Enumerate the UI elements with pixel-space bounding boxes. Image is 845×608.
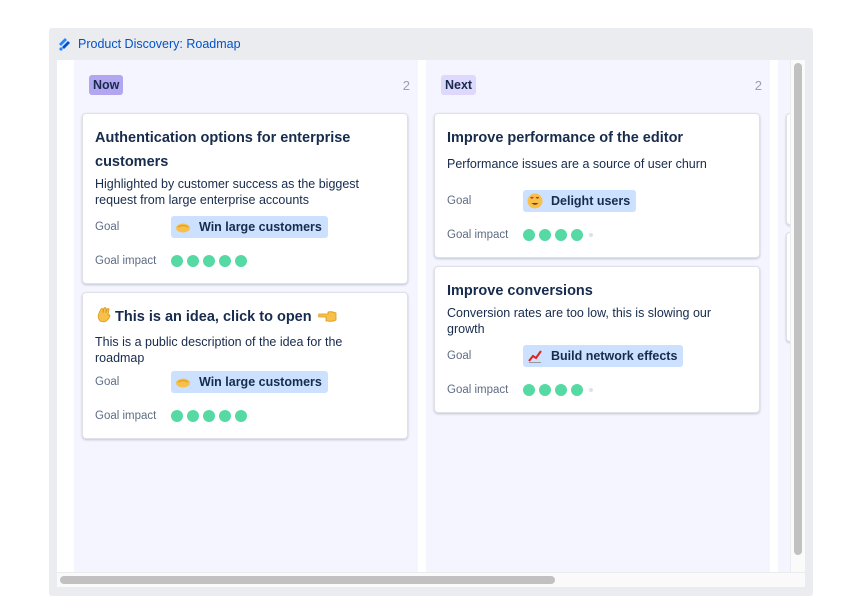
idea-card-partial[interactable]	[786, 232, 790, 342]
impact-dot-filled	[571, 384, 583, 396]
chart-increasing-icon	[527, 348, 543, 364]
column-header: Now 2	[74, 60, 418, 112]
roadmap-board: Now 2 Authentication options for enterpr…	[57, 60, 790, 572]
impact-dot-filled	[555, 384, 567, 396]
goal-name: Build network effects	[551, 349, 677, 363]
heart-eyes-icon	[527, 193, 543, 209]
horizontal-scrollbar[interactable]	[57, 573, 805, 587]
impact-dot-filled	[235, 410, 247, 422]
pointing-left-icon	[318, 307, 338, 331]
goal-chip[interactable]: Win large customers	[171, 371, 328, 393]
impact-dot-filled	[555, 229, 567, 241]
impact-dot-filled	[523, 384, 535, 396]
jira-product-discovery-icon	[58, 37, 72, 51]
goal-field: Goal Win large customers	[95, 216, 395, 238]
roadmap-title-link[interactable]: Product Discovery: Roadmap	[78, 37, 241, 51]
impact-dot-filled	[187, 255, 199, 267]
vertical-scroll-thumb[interactable]	[794, 63, 802, 555]
goal-impact-field: Goal impact	[447, 379, 747, 401]
goal-label: Goal	[447, 195, 523, 207]
goal-impact-label: Goal impact	[447, 384, 523, 396]
column-partial	[778, 60, 790, 572]
handshake-icon	[175, 219, 191, 235]
goal-label: Goal	[95, 221, 171, 233]
impact-dot-filled	[219, 255, 231, 267]
card-title: Authentication options for enterprise cu…	[95, 126, 395, 174]
impact-dot-filled	[171, 255, 183, 267]
goal-name: Win large customers	[199, 375, 322, 389]
goal-chip[interactable]: Delight users	[523, 190, 636, 212]
impact-dot-filled	[171, 410, 183, 422]
goal-impact-label: Goal impact	[447, 229, 523, 241]
card-description: Highlighted by customer success as the b…	[95, 176, 395, 208]
roadmap-embed: Product Discovery: Roadmap Now 2 Authent…	[49, 28, 813, 596]
card-description: Performance issues are a source of user …	[447, 156, 747, 172]
impact-dot-filled	[219, 410, 231, 422]
impact-dot-filled	[539, 229, 551, 241]
goal-chip[interactable]: Build network effects	[523, 345, 683, 367]
goal-field: Goal Build network effects	[447, 345, 747, 367]
column-next: Next 2 Improve performance of the editor…	[426, 60, 770, 572]
impact-dot-filled	[539, 384, 551, 396]
goal-impact-field: Goal impact	[95, 250, 395, 272]
idea-card[interactable]: Improve performance of the editor Perfor…	[434, 113, 760, 258]
impact-rating	[171, 255, 251, 267]
column-count: 2	[755, 78, 762, 93]
card-title: Improve conversions	[447, 279, 747, 303]
impact-dot-filled	[203, 255, 215, 267]
goal-impact-label: Goal impact	[95, 255, 171, 267]
waving-hand-icon	[95, 306, 113, 332]
goal-chip[interactable]: Win large customers	[171, 216, 328, 238]
card-title: Improve performance of the editor	[447, 126, 747, 150]
card-title-row: This is an idea, click to open	[95, 305, 395, 332]
impact-rating	[171, 410, 251, 422]
goal-label: Goal	[95, 376, 171, 388]
goal-label: Goal	[447, 350, 523, 362]
idea-card-partial[interactable]	[786, 113, 790, 225]
goal-impact-field: Goal impact	[95, 405, 395, 427]
handshake-icon	[175, 374, 191, 390]
impact-dot-filled	[523, 229, 535, 241]
vertical-scrollbar[interactable]	[791, 60, 805, 572]
column-count: 2	[403, 78, 410, 93]
goal-name: Win large customers	[199, 220, 322, 234]
horizontal-scroll-thumb[interactable]	[60, 576, 555, 584]
impact-dot-filled	[235, 255, 247, 267]
goal-name: Delight users	[551, 194, 630, 208]
impact-dot-filled	[203, 410, 215, 422]
column-header: Next 2	[426, 60, 770, 112]
impact-dot-empty	[589, 233, 593, 237]
column-now: Now 2 Authentication options for enterpr…	[74, 60, 418, 572]
impact-dot-filled	[571, 229, 583, 241]
embed-header: Product Discovery: Roadmap	[49, 28, 813, 60]
idea-card[interactable]: This is an idea, click to open This is a…	[82, 292, 408, 439]
impact-rating	[523, 229, 597, 241]
impact-dot-filled	[187, 410, 199, 422]
goal-impact-field: Goal impact	[447, 224, 747, 246]
idea-card[interactable]: Authentication options for enterprise cu…	[82, 113, 408, 284]
card-title: This is an idea, click to open	[115, 309, 312, 325]
goal-impact-label: Goal impact	[95, 410, 171, 422]
goal-field: Goal Win large customers	[95, 371, 395, 393]
goal-field: Goal Delight users	[447, 190, 747, 212]
column-title-pill: Next	[441, 75, 476, 95]
impact-rating	[523, 384, 597, 396]
column-title-pill: Now	[89, 75, 123, 95]
idea-card[interactable]: Improve conversions Conversion rates are…	[434, 266, 760, 413]
card-description: Conversion rates are too low, this is sl…	[447, 305, 747, 337]
impact-dot-empty	[589, 388, 593, 392]
card-description: This is a public description of the idea…	[95, 334, 395, 366]
